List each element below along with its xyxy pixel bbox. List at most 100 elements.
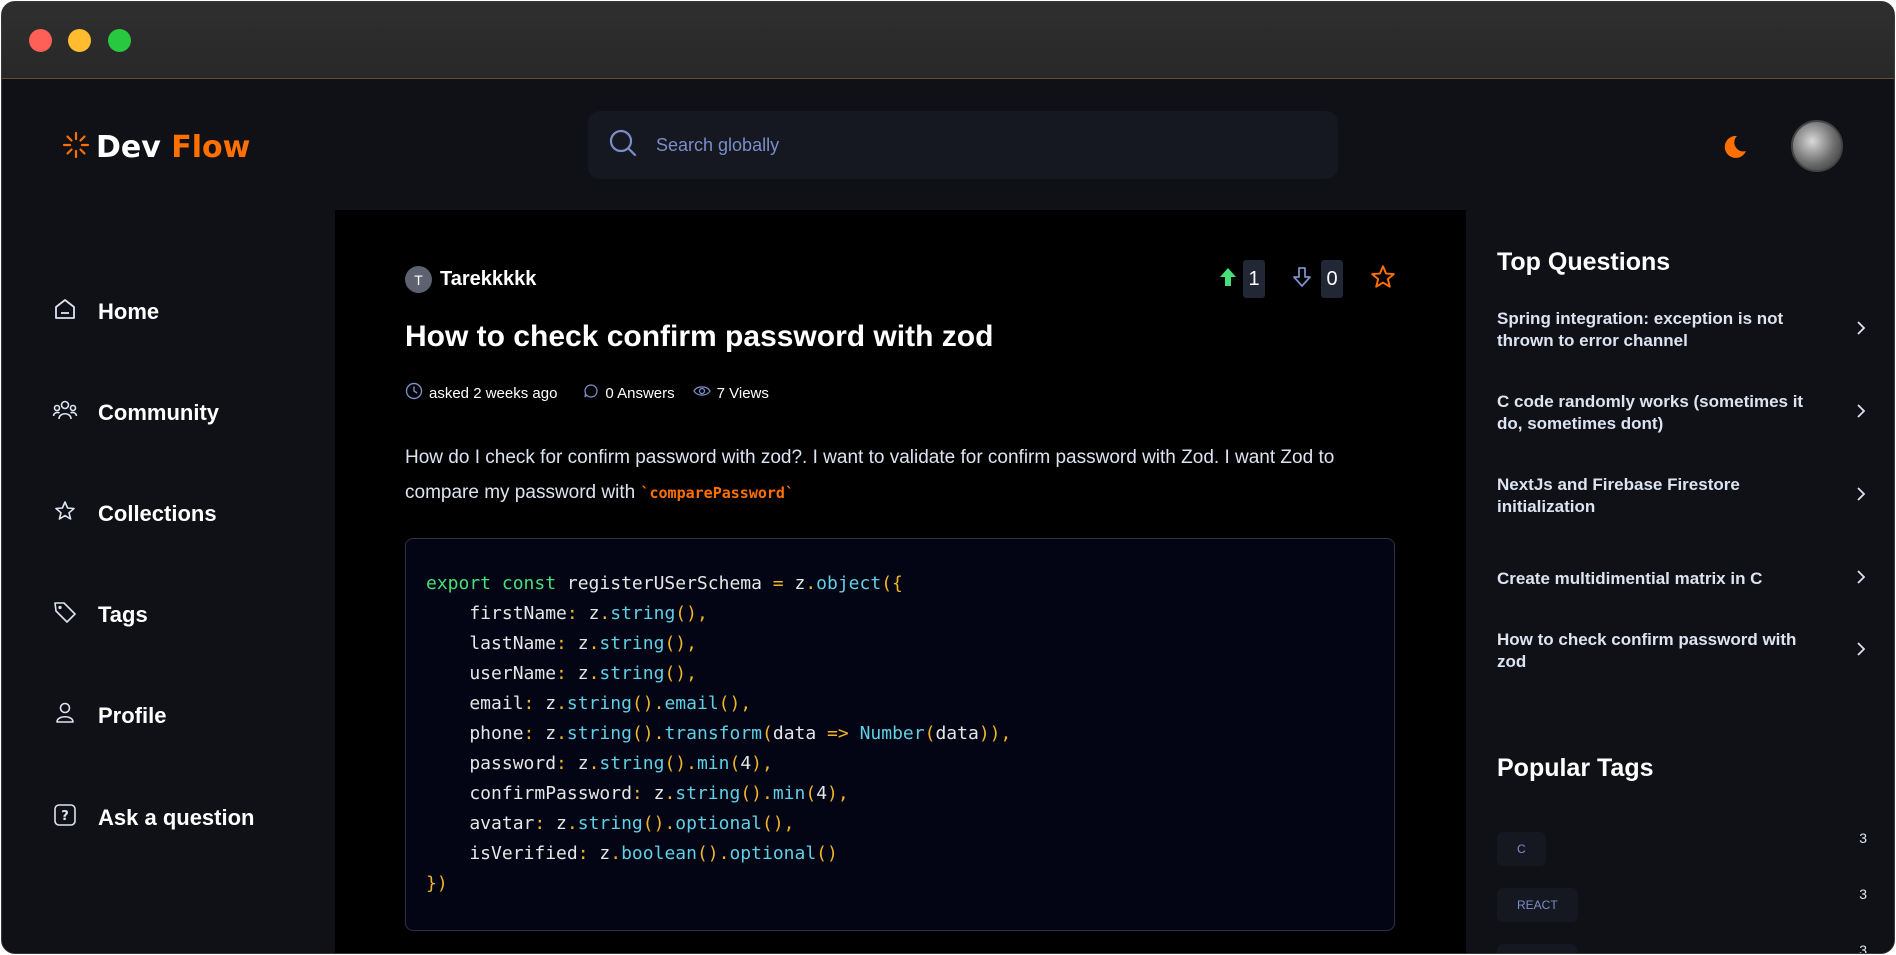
popular-tag-item: C 3 <box>1497 830 1867 866</box>
code-line: firstName: z.string(), <box>426 603 708 624</box>
top-question-text: NextJs and Firebase Firestore initializa… <box>1497 475 1740 516</box>
sidebar-item-label: Tags <box>98 602 148 627</box>
sidebar-item-label: Community <box>98 400 219 425</box>
vote-controls: 1 0 <box>1217 260 1397 298</box>
asked-time: asked 2 weeks ago <box>405 382 557 404</box>
browser-window: Dev Flow Search globally Home Community … <box>1 1 1895 954</box>
code-line: isVerified: z.boolean().optional() <box>426 843 838 864</box>
top-question-item[interactable]: C code randomly works (sometimes it do, … <box>1497 391 1867 435</box>
top-question-item[interactable]: Spring integration: exception is not thr… <box>1497 308 1867 352</box>
tag-icon <box>52 599 78 631</box>
star-icon <box>52 498 78 530</box>
moon-icon[interactable] <box>1720 132 1750 162</box>
left-sidebar: Home Community Collections Tags Profile … <box>2 210 335 953</box>
upvote-icon[interactable] <box>1217 265 1239 294</box>
code-line: lastName: z.string(), <box>426 633 697 654</box>
app: Dev Flow Search globally Home Community … <box>2 80 1894 953</box>
tag-pill[interactable]: C <box>1497 832 1546 866</box>
popular-tag-item: 3 <box>1497 942 1867 954</box>
sidebar-item-label: Ask a question <box>98 805 255 830</box>
question-detail: T Tarekkkkk 1 0 How to check confirm pas… <box>335 210 1466 953</box>
downvote-count: 0 <box>1321 260 1343 298</box>
logo-icon <box>62 131 90 164</box>
code-line: confirmPassword: z.string().min(4), <box>426 783 849 804</box>
asked-text: asked 2 weeks ago <box>429 384 558 402</box>
sidebar-item-tags[interactable]: Tags <box>52 599 148 631</box>
code-line: }) <box>426 873 448 894</box>
user-icon <box>52 700 78 732</box>
chevron-right-icon <box>1855 403 1867 424</box>
sidebar-item-collections[interactable]: Collections <box>52 498 217 530</box>
svg-text:?: ? <box>61 809 69 824</box>
sidebar-item-community[interactable]: Community <box>52 397 219 429</box>
question-meta: asked 2 weeks ago 0 Answers 7 Views <box>405 382 769 404</box>
logo[interactable]: Dev Flow <box>62 130 250 165</box>
author-name[interactable]: Tarekkkkk <box>440 268 536 291</box>
navbar: Dev Flow <box>2 80 1894 210</box>
logo-word-dev: Dev <box>96 130 161 165</box>
code-line: password: z.string().min(4), <box>426 753 773 774</box>
chevron-right-icon <box>1855 320 1867 341</box>
question-title: How to check confirm password with zod <box>405 320 994 353</box>
top-question-text: Spring integration: exception is not thr… <box>1497 309 1784 350</box>
minimize-window-button[interactable] <box>68 29 91 52</box>
close-window-button[interactable] <box>29 29 52 52</box>
chevron-right-icon <box>1855 569 1867 590</box>
tag-count: 3 <box>1859 942 1867 954</box>
question-icon: ? <box>52 802 78 834</box>
answers-count: 0 Answers <box>583 383 675 403</box>
upvote-count: 1 <box>1243 260 1265 298</box>
search-icon <box>608 128 638 163</box>
code-line: phone: z.string().transform(data => Numb… <box>426 723 1012 744</box>
sidebar-item-label: Profile <box>98 703 167 728</box>
top-question-text: How to check confirm password with zod <box>1497 630 1797 671</box>
clock-icon <box>405 382 423 404</box>
code-line: export const registerUSerSchema = z.obje… <box>426 573 903 594</box>
top-question-item[interactable]: Create multidimential matrix in C <box>1497 568 1867 590</box>
logo-text: Dev Flow <box>96 130 250 165</box>
tag-pill[interactable] <box>1497 944 1577 953</box>
sidebar-item-label: Home <box>98 299 160 324</box>
answers-text: 0 Answers <box>605 384 675 402</box>
question-body: How do I check for confirm password with… <box>405 440 1395 511</box>
chevron-right-icon <box>1855 486 1867 507</box>
top-question-item[interactable]: NextJs and Firebase Firestore initializa… <box>1497 474 1867 518</box>
top-question-item[interactable]: How to check confirm password with zod <box>1497 629 1867 673</box>
question-body-text: How do I check for confirm password with… <box>405 447 1335 503</box>
sidebar-item-ask-question[interactable]: ? Ask a question <box>52 802 254 834</box>
search-input[interactable] <box>656 134 1256 156</box>
code-block[interactable]: export const registerUSerSchema = z.obje… <box>405 538 1395 931</box>
code-line: avatar: z.string().optional(), <box>426 813 795 834</box>
top-question-text: Create multidimential matrix in C <box>1497 569 1763 588</box>
tag-count: 3 <box>1859 886 1867 902</box>
views-text: 7 Views <box>716 384 769 402</box>
author-avatar: T <box>405 266 432 293</box>
downvote-icon[interactable] <box>1291 265 1313 294</box>
sidebar-item-home[interactable]: Home <box>52 296 159 328</box>
chevron-right-icon <box>1855 641 1867 662</box>
author[interactable]: T Tarekkkkk <box>405 266 536 293</box>
tag-count: 3 <box>1859 830 1867 846</box>
popular-tag-item: REACT 3 <box>1497 886 1867 922</box>
right-sidebar: Top Questions Spring integration: except… <box>1466 210 1894 953</box>
logo-word-flow: Flow <box>171 130 251 165</box>
users-icon <box>52 397 78 429</box>
eye-icon <box>692 384 711 402</box>
code-line: email: z.string().email(), <box>426 693 752 714</box>
code-line: userName: z.string(), <box>426 663 697 684</box>
top-questions-title: Top Questions <box>1497 248 1671 276</box>
sidebar-item-label: Collections <box>98 501 217 526</box>
home-icon <box>52 296 78 328</box>
user-avatar[interactable] <box>1791 120 1843 172</box>
message-icon <box>583 383 599 403</box>
title-bar <box>2 2 1894 79</box>
popular-tags-title: Popular Tags <box>1497 754 1654 782</box>
global-search[interactable] <box>588 111 1338 179</box>
top-question-text: C code randomly works (sometimes it do, … <box>1497 392 1804 433</box>
save-star-icon[interactable] <box>1369 263 1397 296</box>
sidebar-item-profile[interactable]: Profile <box>52 700 166 732</box>
tag-pill[interactable]: REACT <box>1497 888 1578 922</box>
maximize-window-button[interactable] <box>108 29 131 52</box>
inline-code: `comparePassword` <box>640 484 794 502</box>
views-count: 7 Views <box>692 384 769 402</box>
